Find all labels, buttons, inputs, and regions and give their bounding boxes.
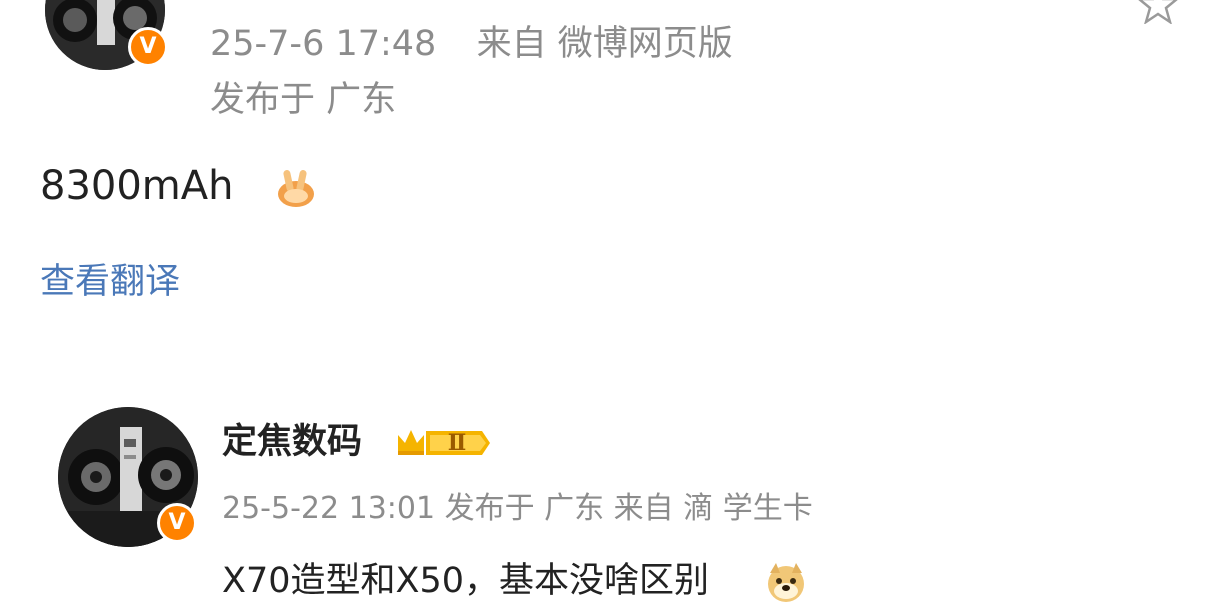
repost-meta: 25-5-22 13:01 发布于 广东 来自 滴 学生卡: [222, 491, 813, 526]
post-location: 发布于 广东: [210, 80, 397, 120]
victory-hand-emoji: [274, 164, 318, 208]
post-timestamp: 25-7-6 17:48: [210, 24, 437, 64]
doge-emoji: [764, 561, 808, 605]
translate-link[interactable]: 查看翻译: [40, 260, 180, 304]
post-timestamp-source: 25-7-6 17:48 来自 微博网页版: [210, 24, 733, 64]
username[interactable]: 定焦数码: [222, 420, 362, 464]
verified-badge: V: [157, 503, 197, 543]
repost-content: X70造型和X50，基本没啥区别: [222, 561, 710, 601]
star-outline-icon[interactable]: [1138, 0, 1178, 24]
weibo-post: V 25-7-6 17:48 来自 微博网页版 发布于 广东 8300mAh 查…: [0, 0, 1224, 330]
post-content: 8300mAh: [40, 163, 234, 209]
weibo-repost: V 定焦数码 Ⅱ 25-5-22 13:01 发布于 广东 来自 滴 学生卡 X…: [0, 395, 1224, 616]
member-badge[interactable]: Ⅱ: [396, 425, 492, 461]
verified-badge: V: [128, 27, 168, 67]
member-level: Ⅱ: [447, 430, 467, 456]
post-source[interactable]: 来自 微博网页版: [477, 24, 733, 64]
